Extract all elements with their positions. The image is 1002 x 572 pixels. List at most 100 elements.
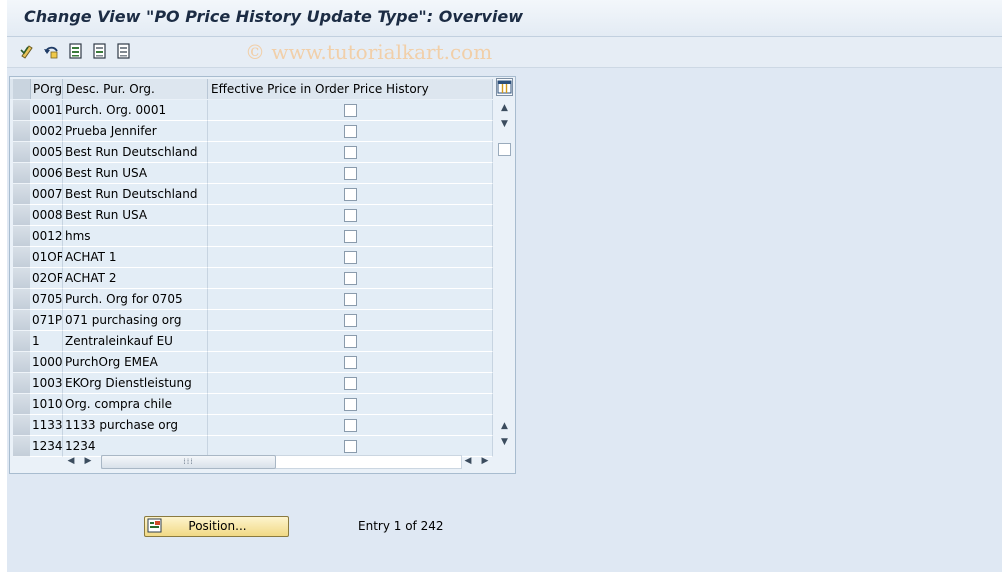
row-selector[interactable] [13,184,30,205]
row-selector[interactable] [13,310,30,331]
sap-window: Change View "PO Price History Update Typ… [7,0,1002,572]
row-selector[interactable] [13,373,30,394]
cell-effective-price [208,100,493,121]
cell-desc: ACHAT 1 [63,247,208,268]
scroll-left-end-icon[interactable]: ◀ [462,455,474,467]
scroll-up-icon[interactable]: ▲ [495,101,514,115]
cell-desc: Purch. Org. 0001 [63,100,208,121]
cell-porg: 01OR [30,247,63,268]
table-row[interactable]: 0012 hms [10,226,493,247]
effective-price-checkbox[interactable] [344,125,357,138]
effective-price-checkbox[interactable] [344,230,357,243]
application-toolbar: © www.tutorialkart.com [7,37,1002,68]
row-selector[interactable] [13,121,30,142]
effective-price-checkbox[interactable] [344,251,357,264]
effective-price-checkbox[interactable] [344,209,357,222]
effective-price-checkbox[interactable] [344,419,357,432]
cell-porg: 0005 [30,142,63,163]
table-settings-icon[interactable] [496,78,513,96]
cell-porg: 0002 [30,121,63,142]
column-header-effective-price[interactable]: Effective Price in Order Price History [208,79,493,99]
row-selector[interactable] [13,247,30,268]
table-row[interactable]: 02OR ACHAT 2 [10,268,493,289]
table-row[interactable]: 1133 1133 purchase org [10,415,493,436]
table-row[interactable]: 0007 Best Run Deutschland [10,184,493,205]
table-row[interactable]: 0006 Best Run USA [10,163,493,184]
row-selector[interactable] [13,205,30,226]
table-row[interactable]: 1000 PurchOrg EMEA [10,352,493,373]
table-row[interactable]: 0705 Purch. Org for 0705 [10,289,493,310]
row-selector[interactable] [13,142,30,163]
row-selector[interactable] [13,415,30,436]
cell-desc: Purch. Org for 0705 [63,289,208,310]
effective-price-checkbox[interactable] [344,167,357,180]
table-row[interactable]: 071P 071 purchasing org [10,310,493,331]
page-up-icon[interactable]: ▲ [495,419,514,433]
position-button[interactable]: Position... [144,516,289,537]
scroll-right-icon[interactable]: ▶ [82,455,94,467]
cell-porg: 02OR [30,268,63,289]
table-row[interactable]: 01OR ACHAT 1 [10,247,493,268]
scroll-left-icon[interactable]: ◀ [65,455,77,467]
cell-effective-price [208,142,493,163]
cell-porg: 0705 [30,289,63,310]
cell-effective-price [208,247,493,268]
undo-icon[interactable] [42,42,60,60]
cell-desc: Best Run USA [63,205,208,226]
column-header-desc[interactable]: Desc. Pur. Org. [63,79,208,99]
cell-desc: PurchOrg EMEA [63,352,208,373]
row-selector[interactable] [13,289,30,310]
cell-porg: 1003 [30,373,63,394]
effective-price-checkbox[interactable] [344,356,357,369]
cell-effective-price [208,184,493,205]
effective-price-checkbox[interactable] [344,146,357,159]
table-row[interactable]: 1010 Org. compra chile [10,394,493,415]
title-bar: Change View "PO Price History Update Typ… [7,0,1002,37]
entry-counter: Entry 1 of 242 [358,519,444,533]
effective-price-checkbox[interactable] [344,314,357,327]
effective-price-checkbox[interactable] [344,377,357,390]
row-selector[interactable] [13,268,30,289]
vertical-scrollbar[interactable]: ▲ ▼ ▲ ▼ [495,101,514,451]
table-row[interactable]: 0002 Prueba Jennifer [10,121,493,142]
cell-desc: EKOrg Dienstleistung [63,373,208,394]
scroll-thumb-horizontal[interactable]: ⁞⁞⁞ [101,455,276,469]
row-selector[interactable] [13,100,30,121]
row-selector[interactable] [13,331,30,352]
select-all-column-button[interactable] [13,79,31,99]
row-selector[interactable] [13,226,30,247]
page-down-icon[interactable]: ▼ [495,435,514,449]
column-header-porg[interactable]: POrg [30,79,63,99]
position-button-label: Position... [188,519,247,533]
effective-price-checkbox[interactable] [344,335,357,348]
scroll-down-icon[interactable]: ▼ [495,117,514,131]
scroll-thumb[interactable] [498,143,511,156]
cell-effective-price [208,268,493,289]
effective-price-checkbox[interactable] [344,188,357,201]
effective-price-checkbox[interactable] [344,272,357,285]
cell-desc: 071 purchasing org [63,310,208,331]
cell-porg: 0008 [30,205,63,226]
horizontal-scrollbar[interactable]: ◀ ▶ ⁞⁞⁞ ◀ ▶ [10,452,493,470]
row-selector[interactable] [13,394,30,415]
cell-porg: 1133 [30,415,63,436]
cell-desc: Best Run Deutschland [63,184,208,205]
display-change-icon[interactable] [19,42,37,60]
row-selector[interactable] [13,352,30,373]
cell-desc: ACHAT 2 [63,268,208,289]
table-row[interactable]: 1003 EKOrg Dienstleistung [10,373,493,394]
deselect-all-icon[interactable] [91,42,109,60]
table-row[interactable]: 0001 Purch. Org. 0001 [10,100,493,121]
row-selector[interactable] [13,163,30,184]
effective-price-checkbox[interactable] [344,104,357,117]
cell-effective-price [208,163,493,184]
effective-price-checkbox[interactable] [344,293,357,306]
select-all-icon[interactable] [67,42,85,60]
table-row[interactable]: 0008 Best Run USA [10,205,493,226]
table-row[interactable]: 0005 Best Run Deutschland [10,142,493,163]
select-block-icon[interactable] [115,42,133,60]
table-row[interactable]: 1 Zentraleinkauf EU [10,331,493,352]
effective-price-checkbox[interactable] [344,398,357,411]
cell-desc: hms [63,226,208,247]
scroll-right-end-icon[interactable]: ▶ [479,455,491,467]
